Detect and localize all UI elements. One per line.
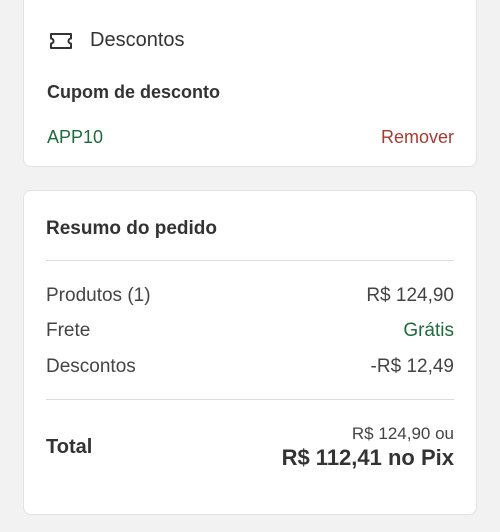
row-value: R$ 124,90 xyxy=(366,285,454,306)
summary-row-discounts: Descontos -R$ 12,49 xyxy=(46,356,454,378)
coupon-code: APP10 xyxy=(47,127,104,147)
ticket-icon xyxy=(48,31,74,51)
divider xyxy=(46,399,454,400)
total-amounts: R$ 124,90 ou R$ 112,41 no Pix xyxy=(282,424,454,472)
row-label: Frete xyxy=(46,320,91,341)
divider xyxy=(46,260,454,261)
summary-row-products: Produtos (1) R$ 124,90 xyxy=(46,285,454,307)
row-value: Grátis xyxy=(403,320,454,341)
total-pix-price: R$ 112,41 no Pix xyxy=(281,445,454,470)
row-label: Descontos xyxy=(46,356,136,377)
row-label: Produtos (1) xyxy=(46,285,151,306)
summary-row-shipping: Frete Grátis xyxy=(46,320,454,342)
order-summary-card: Resumo do pedido Produtos (1) R$ 124,90 … xyxy=(23,190,477,515)
discounts-header: Descontos xyxy=(48,29,185,52)
discounts-card: Descontos Cupom de desconto APP10 Remove… xyxy=(23,0,477,167)
row-value: -R$ 12,49 xyxy=(370,356,454,377)
remove-coupon-button[interactable]: Remover xyxy=(381,127,454,148)
total-regular-price: R$ 124,90 ou xyxy=(351,424,454,443)
summary-title: Resumo do pedido xyxy=(46,218,217,239)
discounts-title: Descontos xyxy=(90,29,185,51)
coupon-label: Cupom de desconto xyxy=(47,82,221,102)
total-label: Total xyxy=(46,436,93,458)
